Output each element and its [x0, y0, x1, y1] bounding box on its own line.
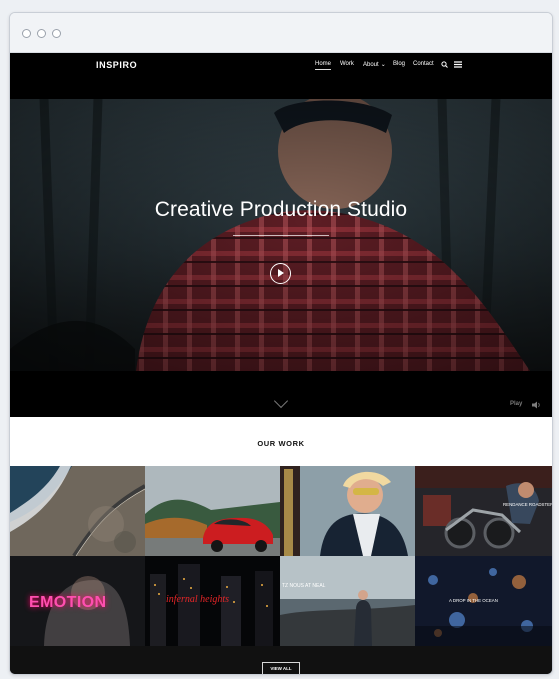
view-all-button[interactable]: VIEW ALL [262, 662, 300, 674]
search-icon[interactable] [441, 61, 448, 68]
portrait-image [280, 466, 415, 556]
tile-caption: A DROP IN THE OCEAN [449, 598, 498, 603]
portfolio-tile-ocean[interactable]: TZ NOUS AT NEAL [280, 556, 415, 646]
workshop-image [415, 466, 552, 556]
top-navigation: INSPIRO Home Work About ⌄ Blog Contact [10, 53, 552, 99]
portfolio-tile-portrait[interactable] [280, 466, 415, 556]
window-close-icon[interactable] [22, 29, 31, 38]
play-icon[interactable] [270, 263, 291, 284]
website-page: INSPIRO Home Work About ⌄ Blog Contact C… [10, 53, 552, 674]
portfolio-tile-city[interactable]: infernal heights [145, 556, 280, 646]
nav-blog[interactable]: Blog [393, 61, 405, 67]
scroll-chevron-icon[interactable] [273, 393, 289, 409]
site-logo[interactable]: INSPIRO [96, 60, 137, 70]
video-play-label[interactable]: Play [510, 401, 522, 407]
portfolio-tile-emotion[interactable]: EMOTION [10, 556, 145, 646]
hero-divider [233, 235, 329, 236]
section-title: OUR WORK [257, 439, 305, 448]
tile-caption: RENDANCE ROADSTER [503, 502, 552, 507]
menu-icon[interactable] [454, 61, 462, 68]
ocean-figure-image [280, 556, 415, 646]
sound-icon[interactable] [532, 401, 542, 409]
portfolio-tile-coast[interactable] [10, 466, 145, 556]
hero-controls: Play [10, 371, 552, 416]
coastline-road-image [10, 466, 145, 556]
browser-window: INSPIRO Home Work About ⌄ Blog Contact C… [9, 12, 553, 675]
nav-home[interactable]: Home [315, 61, 332, 70]
window-maximize-icon[interactable] [52, 29, 61, 38]
tile-caption: infernal heights [166, 594, 230, 605]
hero-section: Creative Production Studio [10, 99, 552, 371]
nav-work[interactable]: Work [340, 61, 354, 67]
portfolio-grid: RENDANCE ROADSTER EMOTION infernal heigh… [10, 466, 552, 646]
nav-about[interactable]: About ⌄ [363, 61, 386, 68]
portfolio-tile-workshop[interactable]: RENDANCE ROADSTER [415, 466, 552, 556]
tile-caption: TZ NOUS AT NEAL [282, 583, 326, 589]
hero-title: Creative Production Studio [154, 198, 408, 221]
portfolio-footer: VIEW ALL [10, 646, 552, 674]
nav-about-label: About [363, 62, 379, 68]
portfolio-tile-car[interactable] [145, 466, 280, 556]
nav-contact[interactable]: Contact [413, 61, 434, 67]
portfolio-tile-drop[interactable]: A DROP IN THE OCEAN [415, 556, 552, 646]
red-car-image [145, 466, 280, 556]
chevron-down-icon: ⌄ [380, 62, 386, 68]
window-minimize-icon[interactable] [37, 29, 46, 38]
browser-chrome [10, 13, 552, 53]
our-work-section: OUR WORK [10, 417, 552, 466]
tile-caption: EMOTION [29, 594, 107, 611]
